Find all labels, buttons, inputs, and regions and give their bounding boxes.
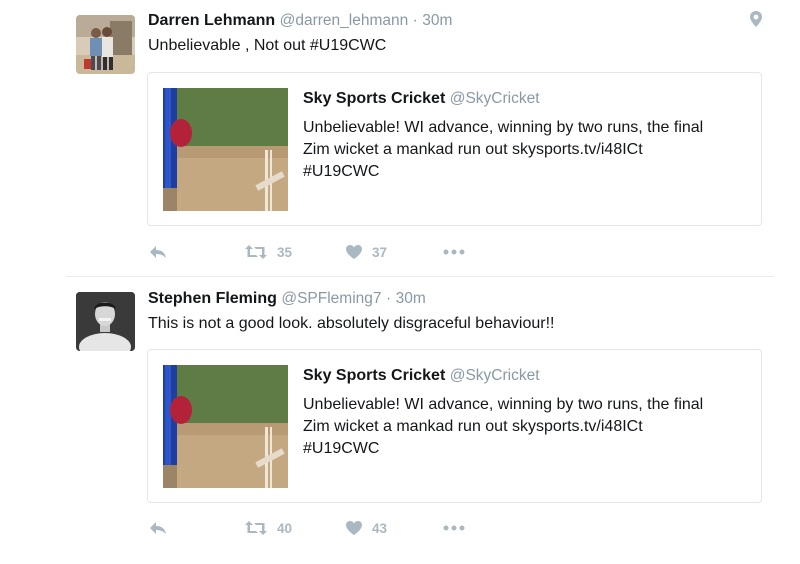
timestamp[interactable]: 30m [422, 12, 452, 29]
location-pin-icon[interactable] [749, 10, 763, 28]
retweet-count: 35 [277, 244, 293, 260]
tweet-actions: 40 43 [148, 516, 478, 540]
retweet-button[interactable]: 35 [244, 240, 292, 264]
like-count: 43 [372, 520, 388, 536]
separator-dot: · [412, 12, 418, 29]
quoted-tweet-text: Unbelievable! WI advance, winning by two… [303, 117, 753, 183]
quoted-author-handle[interactable]: @SkyCricket [450, 367, 540, 384]
more-button[interactable] [443, 516, 465, 540]
quoted-author-handle[interactable]: @SkyCricket [450, 90, 540, 107]
more-button[interactable] [443, 240, 465, 264]
more-icon [443, 249, 465, 255]
like-button[interactable]: 43 [345, 516, 387, 540]
tweet-text: This is not a good look. absolutely disg… [148, 315, 555, 332]
quoted-text-line: Zim wicket a mankad run out skysports.tv… [303, 418, 643, 435]
quoted-text-line: Zim wicket a mankad run out skysports.tv… [303, 141, 643, 158]
reply-button[interactable] [148, 516, 168, 540]
more-icon [443, 525, 465, 531]
heart-icon [345, 244, 363, 260]
tweet-header: Stephen Fleming @SPFleming7 · 30m [148, 290, 426, 308]
tweet-header: Darren Lehmann @darren_lehmann · 30m [148, 12, 452, 30]
tweet-text: Unbelievable , Not out #U19CWC [148, 37, 387, 54]
retweet-count: 40 [277, 520, 293, 536]
quoted-tweet-image[interactable] [163, 365, 288, 488]
quoted-text-line: #U19CWC [303, 440, 380, 457]
reply-button[interactable] [148, 240, 168, 264]
retweet-icon [244, 520, 268, 536]
quoted-tweet-image[interactable] [163, 88, 288, 211]
timestamp[interactable]: 30m [396, 290, 426, 307]
author-name[interactable]: Darren Lehmann [148, 12, 275, 29]
retweet-button[interactable]: 40 [244, 516, 292, 540]
author-handle[interactable]: @darren_lehmann [280, 12, 409, 29]
tweet-divider [66, 276, 774, 277]
reply-icon [148, 520, 168, 536]
heart-icon [345, 520, 363, 536]
author-handle[interactable]: @SPFleming7 [281, 290, 381, 307]
retweet-icon [244, 244, 268, 260]
reply-icon [148, 244, 168, 260]
quoted-author-name[interactable]: Sky Sports Cricket [303, 367, 445, 384]
tweet-actions: 35 37 [148, 240, 478, 264]
quoted-text-line: Unbelievable! WI advance, winning by two… [303, 396, 704, 413]
tweet: Stephen Fleming @SPFleming7 · 30m This i… [0, 278, 800, 564]
quoted-tweet-header: Sky Sports Cricket @SkyCricket [303, 367, 540, 385]
quoted-tweet-text: Unbelievable! WI advance, winning by two… [303, 394, 753, 460]
quoted-tweet-header: Sky Sports Cricket @SkyCricket [303, 90, 540, 108]
author-name[interactable]: Stephen Fleming [148, 290, 277, 307]
like-button[interactable]: 37 [345, 240, 387, 264]
like-count: 37 [372, 244, 388, 260]
quoted-author-name[interactable]: Sky Sports Cricket [303, 90, 445, 107]
quoted-tweet-card[interactable]: Sky Sports Cricket @SkyCricket Unbelieva… [147, 349, 762, 503]
separator-dot: · [385, 290, 392, 307]
avatar[interactable] [76, 292, 135, 351]
quoted-text-line: #U19CWC [303, 163, 380, 180]
quoted-tweet-card[interactable]: Sky Sports Cricket @SkyCricket Unbelieva… [147, 72, 762, 226]
quoted-text-line: Unbelievable! WI advance, winning by two… [303, 119, 704, 136]
tweet: Darren Lehmann @darren_lehmann · 30m Unb… [0, 0, 800, 276]
avatar[interactable] [76, 15, 135, 74]
